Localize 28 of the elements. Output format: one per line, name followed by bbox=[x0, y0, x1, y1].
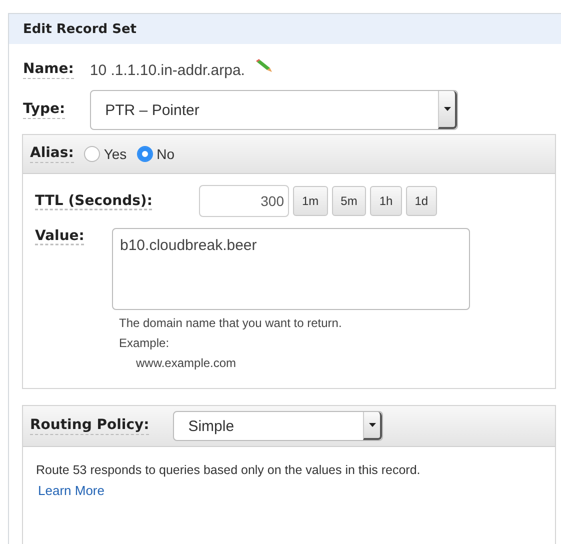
radio-label[interactable]: No bbox=[156, 146, 175, 162]
caret-icon bbox=[444, 107, 451, 111]
name-value: 10 .1.1.10.in-addr.arpa. bbox=[90, 62, 245, 78]
routing-label: Routing Policy: bbox=[30, 417, 150, 435]
pencil-icon[interactable] bbox=[254, 59, 273, 73]
routing-description: Route 53 responds to queries based only on the values in this record. bbox=[36, 463, 422, 477]
name-label: Name: bbox=[23, 61, 74, 79]
panel-title: Edit Record Set bbox=[23, 22, 136, 36]
radio-button[interactable] bbox=[84, 146, 100, 162]
radio-button[interactable] bbox=[136, 146, 153, 162]
example-label: Example: bbox=[119, 336, 170, 350]
type-dropdown[interactable]: PTR – Pointer bbox=[90, 90, 458, 130]
preset-button[interactable]: 5m bbox=[332, 186, 366, 216]
learn-more-link[interactable]: Learn More bbox=[38, 483, 104, 498]
ttl-field[interactable]: 300 bbox=[199, 185, 289, 217]
value-label: Value: bbox=[35, 228, 86, 246]
preset-button[interactable]: 1m bbox=[293, 186, 328, 216]
routing-dropdown[interactable]: Simple bbox=[173, 411, 384, 441]
preset-button[interactable]: 1d bbox=[406, 186, 438, 216]
alias-label: Alias: bbox=[30, 145, 74, 163]
help-text: The domain name that you want to return. bbox=[119, 316, 343, 330]
caret-icon bbox=[368, 423, 376, 427]
value-field[interactable]: b10.cloudbreak.beer bbox=[112, 228, 470, 310]
radio-label[interactable]: Yes bbox=[104, 146, 127, 162]
preset-button[interactable]: 1h bbox=[370, 186, 402, 216]
type-label: Type: bbox=[23, 101, 66, 119]
ttl-label: TTL (Seconds): bbox=[35, 192, 154, 210]
example-text: www.example.com bbox=[136, 356, 238, 370]
